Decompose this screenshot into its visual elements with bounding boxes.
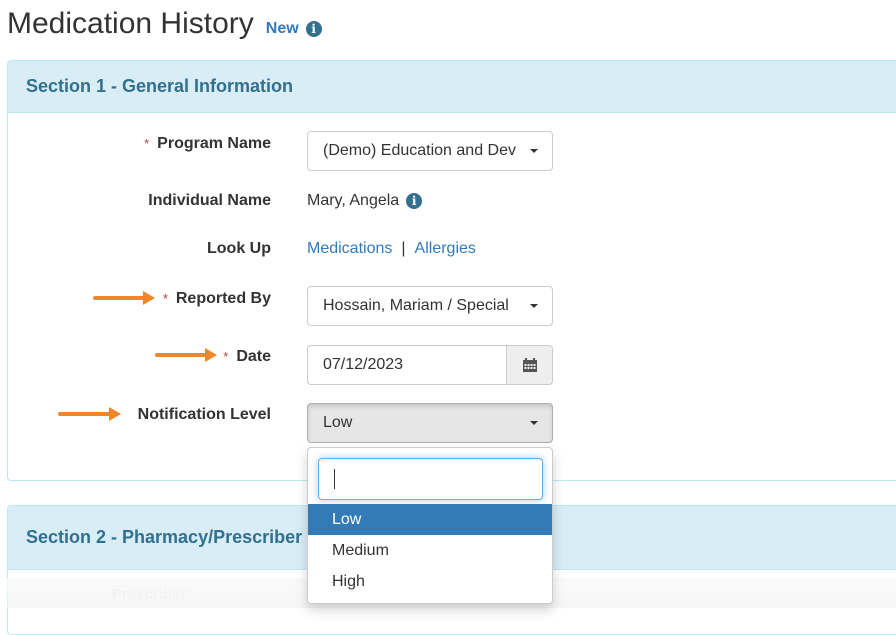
chevron-down-icon: [530, 149, 538, 153]
chevron-down-icon: [530, 304, 538, 308]
date-row: * Date: [0, 345, 896, 385]
calendar-icon: [522, 358, 537, 372]
notification-level-label: Notification Level: [137, 406, 271, 423]
program-name-label: * Program Name: [144, 135, 271, 152]
annotation-arrow-icon: [155, 348, 217, 362]
section-1-heading: Section 1 - General Information: [8, 61, 896, 113]
date-input[interactable]: [307, 345, 506, 385]
reported-by-value: Hossain, Mariam / Special: [323, 297, 509, 314]
program-name-value: (Demo) Education and Dev: [323, 142, 516, 159]
required-marker: *: [144, 136, 150, 151]
medications-link[interactable]: Medications: [307, 239, 392, 259]
reported-by-row: * Reported By Hossain, Mariam / Special: [0, 286, 896, 326]
annotation-arrow-icon: [58, 407, 121, 421]
dropdown-options: Low Medium High: [308, 504, 552, 597]
program-name-select[interactable]: (Demo) Education and Dev: [307, 131, 553, 171]
page-title: Medication History New i: [7, 4, 322, 49]
chevron-down-icon: [530, 421, 538, 425]
dropdown-option-high[interactable]: High: [308, 566, 552, 597]
individual-name-label: Individual Name: [148, 192, 271, 209]
prescriber-label: Prescriber: [112, 586, 187, 603]
allergies-link[interactable]: Allergies: [415, 239, 476, 259]
individual-name-value: Mary, Angela: [307, 192, 400, 209]
calendar-button[interactable]: [506, 345, 553, 385]
individual-name-row: Individual Name Mary, Angela i: [0, 191, 896, 231]
dropdown-option-low[interactable]: Low: [308, 504, 552, 535]
notification-level-value: Low: [323, 414, 353, 431]
required-marker: *: [162, 291, 168, 306]
info-circle-icon[interactable]: i: [305, 21, 322, 37]
notification-level-row: Notification Level Low: [0, 403, 896, 443]
annotation-arrow-icon: [93, 291, 155, 305]
reported-by-select[interactable]: Hossain, Mariam / Special: [307, 286, 553, 326]
reported-by-label: * Reported By: [162, 290, 271, 307]
page-title-text: Medication History: [7, 7, 254, 40]
text-cursor: [334, 469, 335, 489]
new-badge: New: [265, 20, 299, 37]
required-marker: *: [223, 349, 229, 364]
look-up-row: Look Up Medications | Allergies: [0, 239, 896, 279]
program-name-row: * Program Name (Demo) Education and Dev: [0, 131, 896, 171]
date-label: * Date: [223, 348, 271, 365]
notification-level-dropdown: Low Medium High: [307, 447, 553, 604]
info-circle-icon[interactable]: i: [406, 193, 423, 209]
notification-level-select[interactable]: Low: [307, 403, 553, 443]
dropdown-option-medium[interactable]: Medium: [308, 535, 552, 566]
dropdown-search-input[interactable]: [318, 458, 543, 500]
look-up-label: Look Up: [207, 240, 271, 257]
link-separator: |: [401, 240, 406, 257]
